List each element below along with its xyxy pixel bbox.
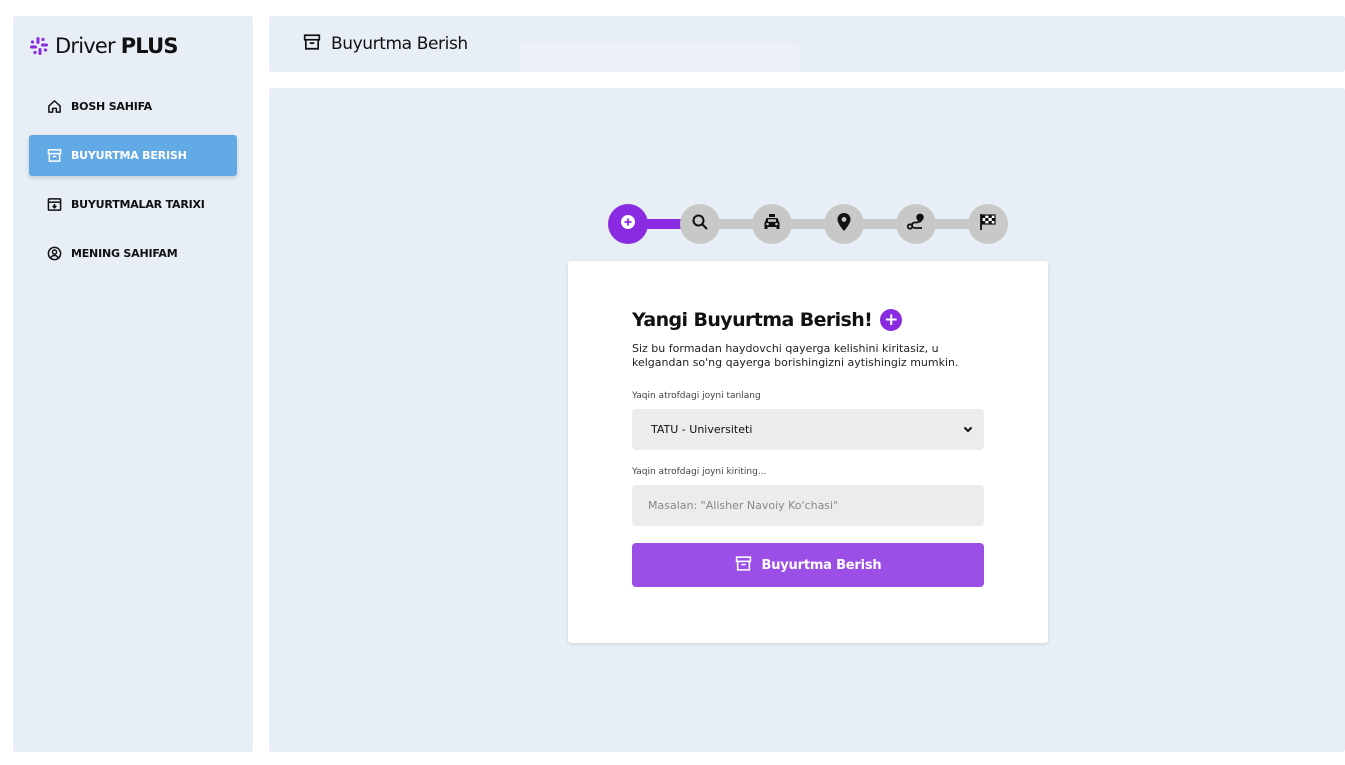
location-select[interactable]: TATU - Universiteti [632, 409, 984, 450]
step-search [680, 204, 720, 244]
step-create-order [608, 204, 648, 244]
sidebar-item-label: MENING SAHIFAM [71, 247, 178, 260]
main-content: Yangi Buyurtma Berish! + Siz bu formadan… [269, 88, 1345, 752]
sidebar-item-mening-sahifam[interactable]: MENING SAHIFAM [29, 233, 237, 274]
archive-box-icon [735, 555, 752, 576]
sidebar-item-label: BOSH SAHIFA [71, 100, 152, 113]
archive-box-icon [303, 33, 321, 55]
new-order-card: Yangi Buyurtma Berish! + Siz bu formadan… [568, 261, 1048, 643]
page-title: Buyurtma Berish [331, 34, 468, 54]
input-label: Yaqin atrofdagi joyni kiriting... [632, 467, 767, 477]
sidebar-item-label: BUYURTMALAR TARIXI [71, 198, 205, 211]
brand[interactable]: Driver PLUS [29, 34, 179, 58]
route-icon [906, 213, 926, 235]
brand-name: Driver PLUS [55, 34, 179, 58]
search-icon [691, 213, 709, 235]
sidebar-item-buyurtmalar-tarixi[interactable]: BUYURTMALAR TARIXI [29, 184, 237, 225]
step-location [824, 204, 864, 244]
order-progress-stepper [608, 204, 1010, 246]
step-route [896, 204, 936, 244]
plus-icon: + [880, 309, 903, 331]
step-finish [968, 204, 1008, 244]
step-taxi [752, 204, 792, 244]
sidebar: Driver PLUS BOSH SAHIFA BUYURTMA BERISH … [13, 16, 253, 752]
submit-order-label: Buyurtma Berish [761, 557, 882, 573]
form-title: Yangi Buyurtma Berish! + [632, 309, 903, 331]
archive-box-icon [46, 148, 62, 164]
map-pin-icon [837, 213, 851, 235]
sidebar-nav: BOSH SAHIFA BUYURTMA BERISH BUYURTMALAR … [29, 86, 237, 282]
submit-order-button[interactable]: Buyurtma Berish [632, 543, 984, 587]
form-description: Siz bu formadan haydovchi qayerga kelish… [632, 342, 959, 369]
slack-like-logo-icon [30, 37, 48, 55]
home-icon [46, 99, 62, 115]
page-header: Buyurtma Berish [269, 16, 1345, 100]
location-select-value: TATU - Universiteti [651, 423, 753, 436]
chevron-down-icon [962, 423, 974, 438]
user-circle-icon [46, 246, 62, 262]
plus-circle-icon [620, 214, 636, 234]
finish-flag-icon [979, 213, 997, 235]
sidebar-item-label: BUYURTMA BERISH [71, 149, 187, 162]
select-label: Yaqin atrofdagi joyni tanlang [632, 391, 761, 401]
form-title-text: Yangi Buyurtma Berish! [632, 309, 873, 331]
taxi-icon [762, 213, 782, 235]
address-input[interactable] [632, 485, 984, 526]
archive-download-icon [46, 197, 62, 213]
sidebar-item-bosh-sahifa[interactable]: BOSH SAHIFA [29, 86, 237, 127]
sidebar-item-buyurtma-berish[interactable]: BUYURTMA BERISH [29, 135, 237, 176]
